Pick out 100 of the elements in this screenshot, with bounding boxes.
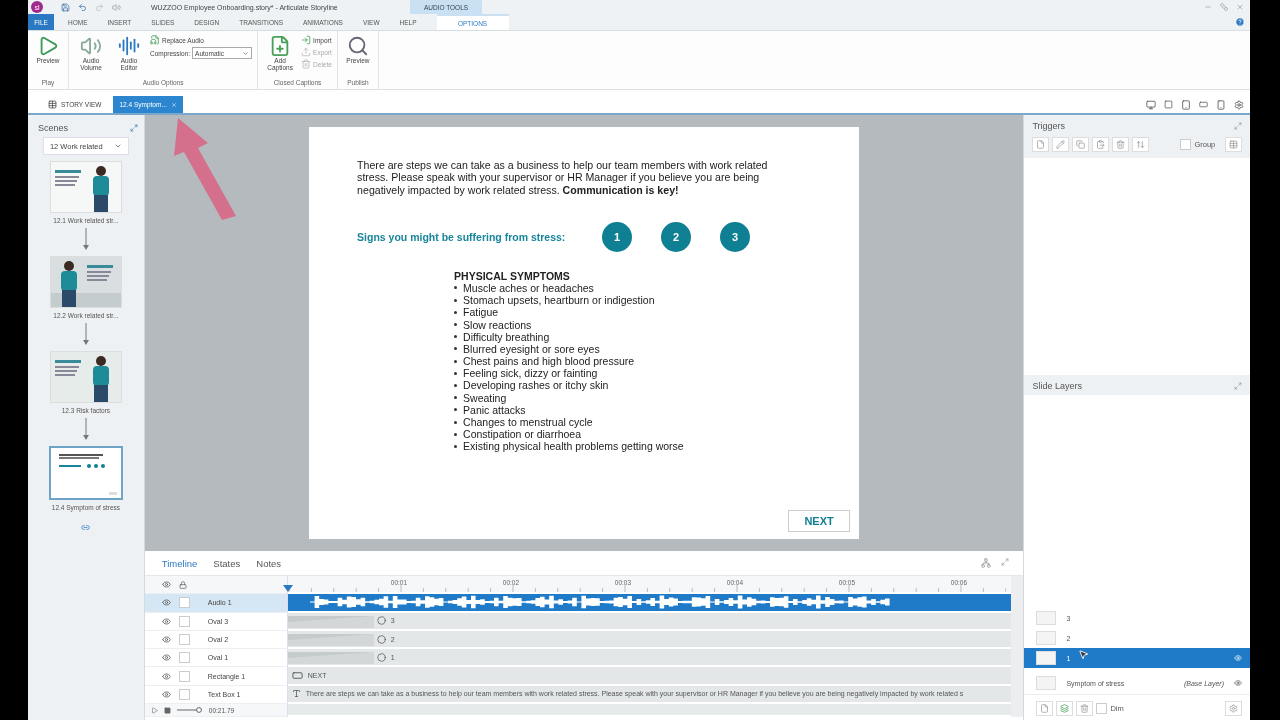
- symptom-item: Blurred eyesight or sore eyes: [463, 342, 600, 355]
- speaker-icon: [112, 2, 121, 12]
- stop-icon: [163, 706, 171, 714]
- caret-icon: [242, 49, 250, 57]
- number-button[interactable]: 1: [602, 221, 633, 252]
- bullet-icon: [454, 298, 458, 302]
- dock-icon: [1234, 382, 1242, 390]
- panel-tab[interactable]: Timeline: [161, 557, 198, 569]
- symptom-item: Slow reactions: [463, 318, 532, 331]
- down-arrow-icon: [82, 323, 89, 345]
- redo-icon: [95, 2, 104, 12]
- copy-icon: [1076, 140, 1086, 149]
- symptom-item: Chest pains and high blood pressure: [463, 355, 635, 368]
- down-arrow-icon: [82, 228, 89, 250]
- up-down-icon: [1136, 140, 1146, 149]
- slide-thumbnail[interactable]: [48, 446, 123, 500]
- bullet-icon: [454, 323, 458, 327]
- caret-icon: [113, 142, 122, 150]
- delete-icon: [1116, 140, 1126, 149]
- symptom-item: Existing physical health problems getting worse: [463, 440, 684, 453]
- playhead-icon[interactable]: [282, 585, 293, 593]
- eye-icon: [161, 653, 171, 663]
- symptom-item: Stomach upsets, heartburn or indigestion: [463, 294, 655, 307]
- play-icon: [150, 706, 158, 714]
- tablet-icon: [1181, 99, 1191, 110]
- import-icon: [301, 35, 312, 45]
- lock-checkbox[interactable]: [178, 615, 190, 627]
- zoom-slider-icon[interactable]: [176, 707, 203, 714]
- layers-icon: [1060, 704, 1070, 713]
- eye-icon: [161, 671, 171, 681]
- delete-layer-button[interactable]: [1076, 701, 1094, 716]
- eye-icon: [161, 598, 171, 608]
- duplicate-layer-button[interactable]: [1056, 701, 1074, 716]
- bullet-icon: [454, 286, 458, 290]
- dim-checkbox[interactable]: [1096, 703, 1108, 714]
- close-icon: [170, 101, 177, 108]
- edit-trigger-button[interactable]: [1052, 137, 1070, 152]
- phone-icon: [1216, 99, 1226, 110]
- settings-icon: [1229, 704, 1238, 713]
- lock-checkbox[interactable]: [178, 670, 190, 682]
- group-checkbox[interactable]: [1180, 139, 1192, 150]
- eye-icon[interactable]: [1234, 679, 1242, 687]
- lock-checkbox[interactable]: [178, 597, 190, 609]
- intro-paragraph: There are steps we can take as a business to help our team members with work related stress. Please speak with your supervisor or HR Manager if you believe you are being negatively impacted by work related stress. Communication is key!: [357, 159, 769, 196]
- settings-icon: [1234, 99, 1244, 110]
- symptom-item: Fatigue: [463, 306, 499, 319]
- dock-icon: [1234, 122, 1242, 130]
- export-icon: [301, 47, 312, 57]
- rectangle-icon: [291, 670, 303, 682]
- bullet-icon: [454, 444, 458, 448]
- symptom-item: Difficulty breathing: [463, 330, 550, 343]
- search-icon: [346, 35, 369, 57]
- phone-landscape-icon: [1199, 100, 1208, 109]
- speaker-icon: [80, 35, 102, 57]
- dock-icon: [1001, 558, 1010, 566]
- paste-icon: [1096, 140, 1106, 149]
- eye-icon: [161, 616, 171, 626]
- horizontal-scrollbar[interactable]: [287, 704, 1011, 718]
- lock-icon: [178, 580, 187, 589]
- number-button[interactable]: 3: [720, 221, 751, 252]
- layer-thumbnail: [1036, 676, 1057, 690]
- delete-icon: [1080, 704, 1090, 713]
- next-button[interactable]: NEXT: [788, 510, 851, 532]
- bullet-icon: [454, 347, 458, 351]
- waveform-icon: [118, 35, 140, 57]
- bullet-icon: [454, 371, 458, 375]
- file-icon: [1036, 140, 1046, 149]
- mouse-cursor-icon: [1078, 649, 1089, 660]
- minimize-icon: [1204, 3, 1212, 11]
- save-icon: [61, 2, 70, 12]
- delete-icon: [301, 59, 312, 69]
- lock-checkbox[interactable]: [178, 652, 190, 664]
- story-view-icon: [48, 100, 57, 109]
- panel-title: Scenes: [38, 123, 69, 133]
- copy-button[interactable]: [1072, 137, 1090, 152]
- link-icon: [81, 523, 91, 532]
- lock-checkbox[interactable]: [178, 634, 190, 646]
- bullet-icon: [454, 310, 458, 314]
- undo-icon: [78, 2, 87, 12]
- tablet-landscape-icon: [1164, 100, 1173, 109]
- new-layer-button[interactable]: [1036, 701, 1054, 716]
- panel-title: Triggers: [1032, 121, 1066, 131]
- symptom-item: Muscle aches or headaches: [463, 282, 594, 294]
- eye-icon: [161, 635, 171, 645]
- bullet-icon: [454, 384, 458, 387]
- paste-button[interactable]: [1092, 137, 1110, 152]
- layer-thumbnail: [1036, 611, 1057, 625]
- panel-tab[interactable]: States: [213, 557, 241, 569]
- layer-settings-button[interactable]: [1225, 701, 1242, 716]
- lock-checkbox[interactable]: [178, 688, 190, 700]
- panel-tab[interactable]: Notes: [256, 557, 282, 569]
- delete-button[interactable]: [1112, 137, 1130, 152]
- symptom-item: Changes to menstrual cycle: [463, 416, 593, 429]
- layer-thumbnail: [1036, 651, 1057, 665]
- number-button[interactable]: 2: [661, 221, 692, 252]
- close-icon: [1236, 3, 1244, 11]
- variables-button[interactable]: [1225, 137, 1242, 152]
- help-icon[interactable]: [1235, 17, 1245, 27]
- reorder-button[interactable]: [1132, 137, 1150, 152]
- new-trigger-button[interactable]: [1032, 137, 1050, 152]
